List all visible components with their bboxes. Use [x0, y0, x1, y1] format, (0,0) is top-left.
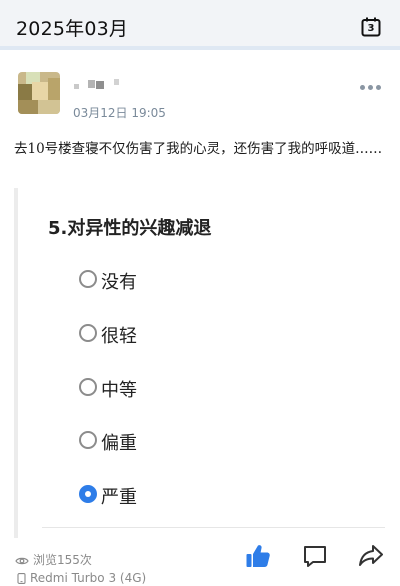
- option-label: 偏重: [101, 433, 137, 454]
- option-label: 没有: [101, 272, 137, 293]
- more-icon[interactable]: [360, 85, 382, 91]
- calendar-icon[interactable]: 3: [361, 17, 381, 37]
- device-info: Redmi Turbo 3 (4G): [17, 571, 146, 585]
- divider: [42, 527, 385, 528]
- month-title: 2025年03月: [16, 18, 129, 40]
- option-label: 很轻: [101, 326, 137, 347]
- radio-unchecked-icon: [79, 324, 97, 342]
- post-time: 03月12日 19:05: [73, 106, 166, 120]
- option-label: 严重: [101, 487, 137, 508]
- post-header: 03月12日 19:05: [0, 60, 400, 130]
- eye-icon: [15, 557, 29, 565]
- top-bar: 2025年03月 3: [0, 0, 400, 50]
- quote-bar: [14, 188, 18, 538]
- share-icon[interactable]: [358, 543, 384, 569]
- radio-checked-icon: [79, 485, 97, 503]
- like-icon[interactable]: [245, 543, 271, 569]
- device-text: Redmi Turbo 3 (4G): [30, 571, 147, 585]
- radio-unchecked-icon: [79, 378, 97, 396]
- post-text: 去10号楼查寝不仅伤害了我的心灵，还伤害了我的呼吸道……: [14, 141, 383, 157]
- option-label: 中等: [101, 380, 137, 401]
- radio-unchecked-icon: [79, 431, 97, 449]
- survey-question: 5.对异性的兴趣减退: [48, 218, 212, 239]
- comment-icon[interactable]: [302, 543, 328, 569]
- username-blurred[interactable]: [74, 78, 134, 90]
- avatar[interactable]: [18, 72, 60, 114]
- phone-icon: [17, 573, 26, 584]
- radio-unchecked-icon: [79, 270, 97, 288]
- calendar-day: 3: [367, 23, 375, 34]
- view-count-text: 浏览155次: [33, 553, 92, 567]
- view-count: 浏览155次: [15, 551, 92, 568]
